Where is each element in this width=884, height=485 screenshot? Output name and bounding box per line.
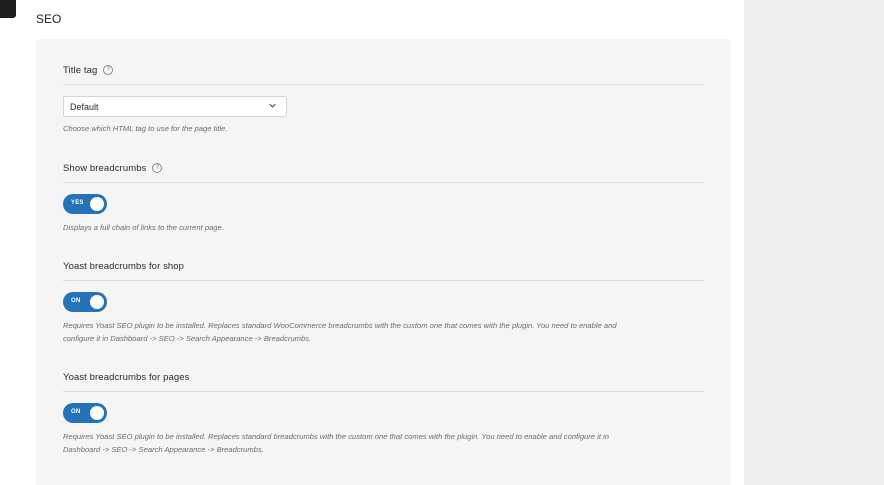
show-breadcrumbs-toggle[interactable]: YES	[63, 194, 107, 214]
field-description: Choose which HTML tag to use for the pag…	[63, 124, 228, 133]
field-show-breadcrumbs: Show breadcrumbs ? YES Displays a full c…	[63, 159, 704, 234]
section-title: SEO	[36, 12, 62, 26]
field-yoast-pages: Yoast breadcrumbs for pages ON Requires …	[63, 368, 704, 456]
description-line: configure it in Dashboard -> SEO -> Sear…	[63, 334, 312, 343]
yoast-shop-toggle[interactable]: ON	[63, 292, 107, 312]
yoast-pages-toggle[interactable]: ON	[63, 403, 107, 423]
field-label: Title tag	[63, 64, 98, 76]
description-line: Requires Yoast SEO plugin to be installe…	[63, 321, 617, 330]
field-header: Yoast breadcrumbs for shop	[63, 257, 704, 281]
toggle-knob	[90, 295, 104, 309]
description-line: Dashboard -> SEO -> Search Appearance ->…	[63, 445, 264, 454]
field-label: Yoast breadcrumbs for pages	[63, 371, 190, 383]
title-tag-select[interactable]: Default	[63, 96, 287, 117]
select-value: Default	[70, 102, 99, 112]
field-label: Show breadcrumbs	[63, 162, 147, 174]
field-description: Requires Yoast SEO plugin to be installe…	[63, 319, 704, 345]
field-yoast-shop: Yoast breadcrumbs for shop ON Requires Y…	[63, 257, 704, 345]
toggle-knob	[90, 197, 104, 211]
field-header: Show breadcrumbs ?	[63, 159, 704, 183]
field-description: Displays a full chain of links to the cu…	[63, 223, 224, 232]
help-circle-icon[interactable]: ?	[152, 163, 163, 173]
field-label: Yoast breadcrumbs for shop	[63, 260, 185, 272]
field-description: Requires Yoast SEO plugin to be installe…	[63, 430, 704, 456]
help-circle-icon[interactable]: ?	[103, 65, 114, 75]
field-header: Title tag ?	[63, 61, 704, 85]
right-gutter	[744, 0, 884, 485]
toggle-text: ON	[71, 409, 81, 415]
corner-tab	[0, 0, 16, 18]
field-header: Yoast breadcrumbs for pages	[63, 368, 704, 392]
field-title-tag: Title tag ? Default Choose which HTML ta…	[63, 61, 704, 135]
toggle-text: ON	[71, 298, 81, 304]
toggle-knob	[90, 406, 104, 420]
chevron-down-icon	[269, 103, 276, 108]
description-line: Requires Yoast SEO plugin to be installe…	[63, 432, 609, 441]
seo-settings-panel: Title tag ? Default Choose which HTML ta…	[36, 39, 731, 485]
toggle-text: YES	[71, 200, 84, 206]
